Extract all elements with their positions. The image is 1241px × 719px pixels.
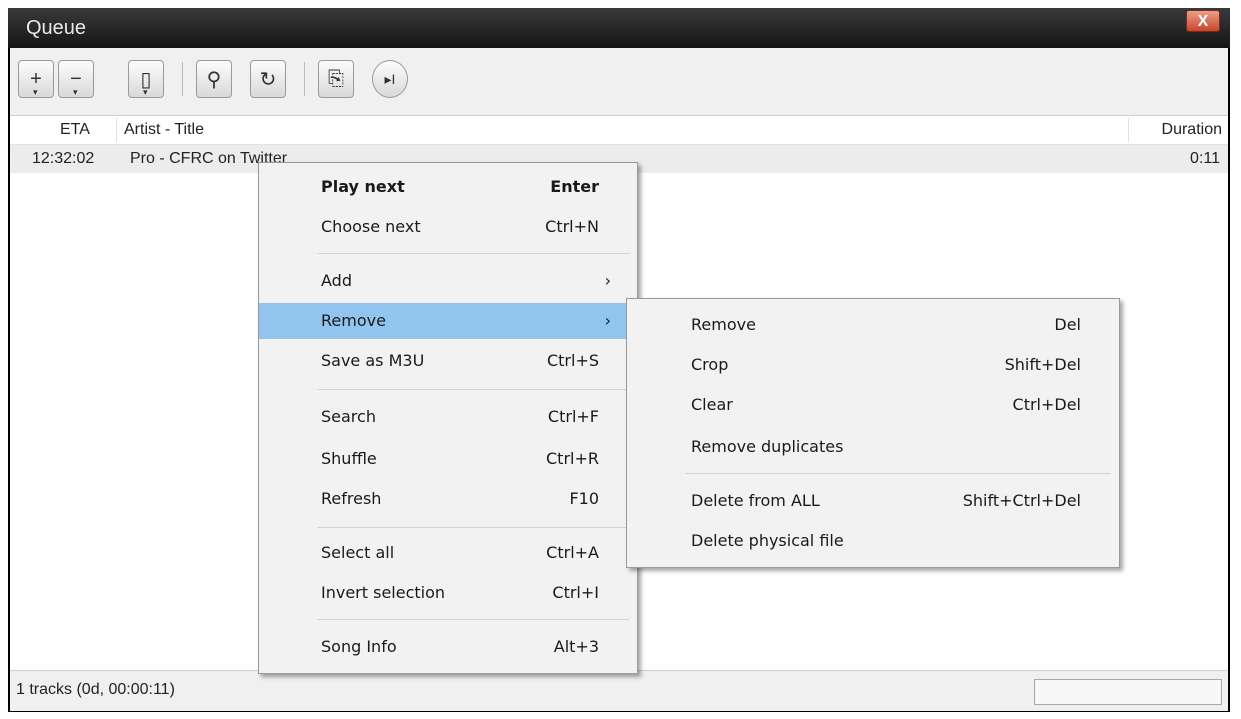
submenu-item-delete-from-all[interactable]: Delete from ALL Shift+Ctrl+Del: [627, 483, 1119, 519]
refresh-button[interactable]: ↻: [250, 60, 286, 98]
menu-item-invert-selection[interactable]: Invert selection Ctrl+I: [259, 575, 637, 611]
column-separator[interactable]: [116, 118, 117, 142]
column-eta[interactable]: ETA: [60, 121, 90, 139]
search-icon: ⚲: [206, 68, 222, 91]
menu-separator: [317, 389, 629, 390]
remove-submenu: Remove Del Crop Shift+Del Clear Ctrl+Del…: [626, 298, 1120, 568]
menu-item-shuffle[interactable]: Shuffle Ctrl+R: [259, 441, 637, 477]
dropdown-caret-icon: ▾: [143, 87, 148, 97]
submenu-item-remove[interactable]: Remove Del: [627, 307, 1119, 343]
menu-item-song-info[interactable]: Song Info Alt+3: [259, 629, 637, 665]
menu-item-select-all[interactable]: Select all Ctrl+A: [259, 535, 637, 571]
submenu-arrow-icon: ›: [604, 271, 611, 290]
menu-item-save-m3u[interactable]: Save as M3U Ctrl+S: [259, 343, 637, 379]
submenu-item-remove-duplicates[interactable]: Remove duplicates: [627, 429, 1119, 465]
export-icon: ⎘: [328, 67, 344, 90]
close-button[interactable]: X: [1186, 10, 1220, 32]
row-eta: 12:32:02: [32, 150, 95, 167]
menu-separator: [317, 527, 629, 528]
toolbar-separator: [182, 62, 183, 96]
status-bar: 1 tracks (0d, 00:00:11): [10, 670, 1228, 711]
submenu-arrow-icon: ›: [604, 311, 611, 330]
window-title: Queue: [26, 17, 87, 39]
column-separator[interactable]: [1128, 118, 1129, 142]
search-button[interactable]: ⚲: [196, 60, 232, 98]
context-menu: Play next Enter Choose next Ctrl+N Add ›…: [258, 162, 638, 674]
menu-item-play-next[interactable]: Play next Enter: [259, 169, 637, 205]
menu-item-search[interactable]: Search Ctrl+F: [259, 399, 637, 435]
menu-item-add[interactable]: Add ›: [259, 263, 637, 299]
close-icon: X: [1197, 13, 1209, 30]
add-button[interactable]: + ▾: [18, 60, 54, 98]
menu-separator: [317, 619, 629, 620]
play-next-button[interactable]: ▸I: [372, 60, 408, 98]
menu-item-remove[interactable]: Remove ›: [259, 303, 637, 339]
refresh-icon: ↻: [259, 68, 277, 91]
menu-separator: [317, 253, 629, 254]
remove-button[interactable]: − ▾: [58, 60, 94, 98]
save-button[interactable]: ▯ ▾: [128, 60, 164, 98]
menu-separator: [685, 473, 1111, 474]
dropdown-caret-icon: ▾: [73, 87, 78, 97]
status-progress: [1034, 679, 1222, 705]
play-next-icon: ▸I: [384, 70, 396, 87]
toolbar: + ▾ − ▾ ▯ ▾ ⚲ ↻ ⎘ ▸I: [10, 48, 1228, 116]
column-duration[interactable]: Duration: [1162, 121, 1222, 139]
submenu-item-crop[interactable]: Crop Shift+Del: [627, 347, 1119, 383]
export-button[interactable]: ⎘: [318, 60, 354, 98]
row-duration: 0:11: [1190, 150, 1220, 167]
submenu-item-delete-physical-file[interactable]: Delete physical file: [627, 523, 1119, 559]
dropdown-caret-icon: ▾: [33, 87, 38, 97]
menu-item-refresh[interactable]: Refresh F10: [259, 481, 637, 517]
column-title[interactable]: Artist - Title: [124, 121, 204, 139]
status-text: 1 tracks (0d, 00:00:11): [16, 681, 175, 698]
toolbar-separator: [304, 62, 305, 96]
list-header: ETA Artist - Title Duration: [10, 116, 1228, 145]
title-bar[interactable]: Queue X: [8, 8, 1230, 48]
submenu-item-clear[interactable]: Clear Ctrl+Del: [627, 387, 1119, 423]
menu-item-choose-next[interactable]: Choose next Ctrl+N: [259, 209, 637, 245]
